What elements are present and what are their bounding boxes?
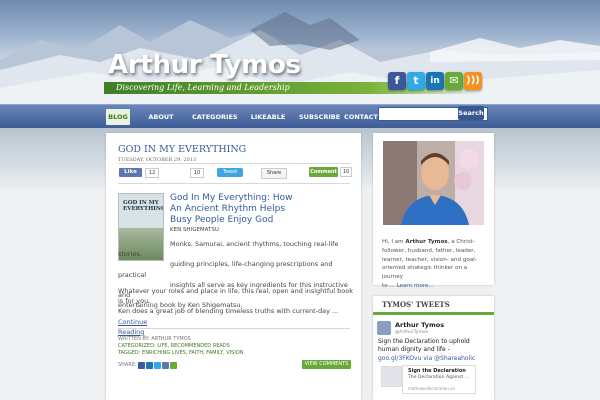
search-button[interactable]: Search	[458, 106, 484, 120]
paragraph-line: Whatever your roles and place in life, t…	[118, 287, 353, 306]
book-title-line: Busy People Enjoy God	[170, 215, 274, 225]
book-title[interactable]: God In My Everything: How An Ancient Rhy…	[170, 193, 360, 226]
tweet-card-image[interactable]	[381, 366, 402, 387]
continue-reading-link[interactable]: Reading	[118, 328, 144, 336]
tweets-heading-underline	[373, 312, 494, 315]
book-title-line: An Ancient Rhythm Helps	[170, 204, 286, 214]
tweet-button[interactable]: Tweet	[217, 168, 243, 177]
comment-button[interactable]: Comment	[309, 167, 338, 177]
nav-item-blog[interactable]: BLOG	[106, 109, 130, 125]
like-count: 12	[145, 168, 159, 178]
share-twitter-icon[interactable]	[154, 362, 161, 369]
site-header: Arthur Tymos Discovering Life, Learning …	[0, 0, 600, 104]
email-icon[interactable]: ✉	[445, 72, 463, 90]
tweet-line: Sign the Declaration to uphold	[378, 338, 470, 345]
book-cover-title: GOD IN MY EVERYTHING	[123, 200, 164, 212]
paragraph-line: Ken does a great job of blending timeles…	[118, 307, 339, 316]
continue-reading-link[interactable]: Continue	[118, 318, 147, 326]
share-more-icon[interactable]	[170, 362, 177, 369]
share-facebook-icon[interactable]	[138, 362, 145, 369]
continue-link-text: Reading	[118, 327, 145, 336]
paragraph-line: Monks, Samurai, ancient rhythms, touchin…	[118, 240, 339, 259]
bio-line: learner, teacher, vision- and goal-	[382, 256, 477, 263]
author-portrait	[383, 141, 484, 225]
tweet-card-description: The Declaration Against ...	[408, 375, 470, 380]
tweet-card-url: mathewsdeclaration.ca	[408, 386, 455, 391]
site-title[interactable]: Arthur Tymos	[108, 50, 301, 80]
rss-icon[interactable]: )))	[464, 72, 482, 90]
post-paragraph: Whatever your roles and place in life, t…	[118, 286, 358, 337]
tweet-card[interactable]: Sign the Declaration The Declaration Aga…	[402, 365, 476, 394]
continue-link-text: Continue	[118, 317, 148, 326]
nav-item-categories[interactable]: CATEGORIES	[192, 109, 238, 125]
bio-line: follower, husband, father, leader,	[382, 247, 476, 254]
twitter-icon[interactable]: t	[407, 72, 425, 90]
post-tags[interactable]: TAGGED: ENRICHING LIVES, FAITH, FAMILY, …	[118, 350, 244, 356]
tweet-text: Sign the Declaration to uphold human dig…	[378, 338, 490, 363]
nav-item-subscribe[interactable]: SUBSCRIBE	[299, 109, 340, 125]
post-author[interactable]: WRITTEN BY: ARTHUR TYMOS	[118, 336, 191, 342]
facebook-icon[interactable]: f	[388, 72, 406, 90]
tweets-heading: TYMOS' TWEETS	[382, 300, 450, 309]
divider	[118, 163, 350, 164]
tweet-card-title: Sign the Declaration	[408, 368, 466, 374]
divider	[118, 328, 350, 329]
post-title[interactable]: GOD IN MY EVERYTHING	[118, 144, 246, 155]
book-title-line: God In My Everything: How	[170, 193, 293, 203]
tweet-link[interactable]: goo.gl/3FKOvu	[378, 355, 421, 362]
nav-item-likeable-links[interactable]: LIKEABLE LINKS	[241, 109, 295, 137]
bio-name: Arthur Tymos	[405, 239, 448, 245]
tweet-author-name[interactable]: Arthur Tymos	[395, 321, 444, 329]
post-categories[interactable]: CATEGORIZED: LIFE, RECOMMENDED READS	[118, 343, 230, 349]
facebook-like-button[interactable]: Like	[119, 168, 142, 177]
bio-greeting: Hi, I am	[382, 239, 406, 245]
tweet-avatar[interactable]	[377, 321, 391, 335]
nav-item-about-arthur[interactable]: ABOUT ARTHUR	[134, 109, 188, 137]
share-button[interactable]: Share	[261, 168, 287, 179]
bio-line: oriented strategic thinker on a journey	[382, 265, 468, 281]
share-email-icon[interactable]	[162, 362, 169, 369]
tweet-count: 10	[190, 168, 204, 178]
linkedin-icon[interactable]: in	[426, 72, 444, 90]
share-linkedin-icon[interactable]	[146, 362, 153, 369]
learn-more-link[interactable]: Learn more...	[397, 283, 434, 289]
tweet-line: human dignity and life -	[378, 346, 450, 354]
divider	[118, 183, 350, 184]
facebook-like-label: Like	[124, 169, 137, 175]
tweet-author-handle[interactable]: @ArthurTymos	[395, 330, 428, 335]
share-label: SHARE:	[118, 362, 137, 368]
tagline: Discovering Life, Learning and Leadershi…	[116, 83, 290, 92]
paragraph-line: guiding principles, life-changing prescr…	[118, 260, 333, 279]
author-photo[interactable]	[383, 141, 484, 225]
bio-text: , a Christ-	[447, 239, 475, 245]
comment-count: 10	[340, 167, 352, 177]
main-nav: BLOG ABOUT ARTHUR CATEGORIES LIKEABLE LI…	[0, 104, 600, 137]
author-bio: Hi, I am Arthur Tymos, a Christ- followe…	[382, 239, 477, 289]
book-author: KEN SHIGEMATSU	[170, 227, 219, 233]
view-comments-button[interactable]: VIEW COMMENTS	[302, 360, 351, 369]
tweet-via[interactable]: via @Shareaholic	[423, 355, 475, 362]
nav-item-contact[interactable]: CONTACT	[343, 109, 379, 125]
